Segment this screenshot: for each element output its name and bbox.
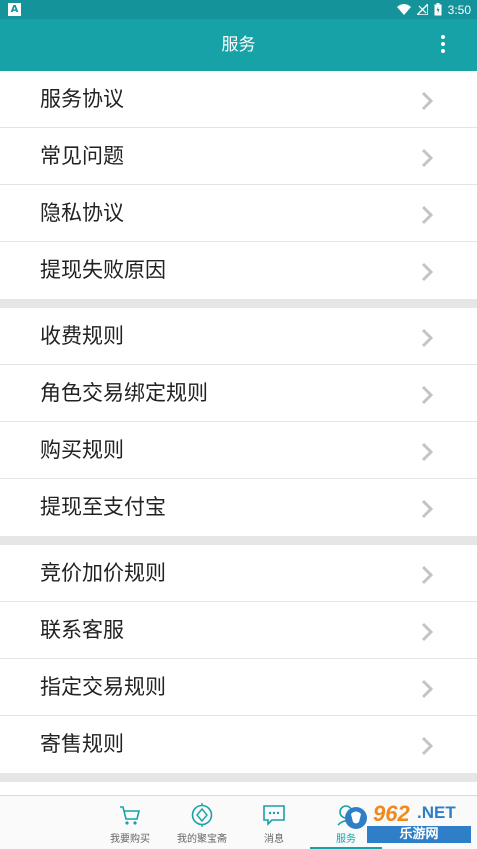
signal-icon (416, 4, 428, 15)
chevron-right-icon (421, 385, 433, 405)
more-vert-icon[interactable] (437, 33, 449, 57)
list-item[interactable]: 竞价加价规则 (0, 545, 477, 602)
list-item[interactable]: 常见问题 (0, 128, 477, 185)
watermark-number: 962 (373, 801, 410, 826)
tab-messages[interactable]: 消息 (238, 796, 310, 849)
chevron-right-icon (421, 328, 433, 348)
list-item[interactable]: 寄售规则 (0, 716, 477, 773)
list-item-label: 联系客服 (40, 618, 124, 642)
battery-icon (434, 3, 442, 16)
section-divider (0, 536, 477, 545)
list-item-label: 寄售规则 (40, 732, 124, 756)
tab-label: 我的聚宝斋 (177, 834, 227, 845)
service-group-2: 收费规则 角色交易绑定规则 购买规则 提现至支付宝 (0, 308, 477, 536)
status-icons: 3:50 (396, 1, 471, 18)
watermark-site: 乐游网 (367, 826, 471, 843)
tab-label: 消息 (264, 834, 284, 845)
chevron-right-icon (421, 565, 433, 585)
app-bar: 服务 (0, 19, 477, 71)
chevron-right-icon (421, 679, 433, 699)
message-icon (263, 805, 285, 826)
service-group-3: 竞价加价规则 联系客服 指定交易规则 寄售规则 (0, 545, 477, 773)
list-item-label: 常见问题 (40, 144, 124, 168)
chevron-right-icon (421, 148, 433, 168)
app-notification-icon: A (8, 3, 21, 16)
chevron-right-icon (421, 736, 433, 756)
list-item[interactable]: 提现失败原因 (0, 242, 477, 299)
watermark-logo-icon (345, 807, 367, 829)
list-item-label: 竞价加价规则 (40, 561, 166, 585)
list-item-label: 收费规则 (40, 324, 124, 348)
chevron-right-icon (421, 442, 433, 462)
status-bar: A 3:50 (0, 0, 477, 19)
list-item-label: 服务协议 (40, 87, 124, 111)
chevron-right-icon (421, 205, 433, 225)
list-item-label: 提现至支付宝 (40, 495, 166, 519)
section-divider (0, 299, 477, 308)
service-list: 服务协议 常见问题 隐私协议 提现失败原因 收费规则 角色交易绑定规则 购买规则… (0, 71, 477, 782)
list-item-label: 提现失败原因 (40, 258, 166, 282)
list-item-label: 指定交易规则 (40, 675, 166, 699)
list-item[interactable]: 收费规则 (0, 308, 477, 365)
chevron-right-icon (421, 262, 433, 282)
chevron-right-icon (421, 91, 433, 111)
tab-my-jubaozhai[interactable]: 我的聚宝斋 (166, 796, 238, 849)
list-item[interactable]: 角色交易绑定规则 (0, 365, 477, 422)
cart-icon (120, 806, 141, 825)
chevron-right-icon (421, 499, 433, 519)
compass-icon (191, 803, 213, 827)
chevron-right-icon (421, 622, 433, 642)
list-item[interactable]: 指定交易规则 (0, 659, 477, 716)
watermark-net: .NET (417, 803, 456, 822)
list-item[interactable]: 隐私协议 (0, 185, 477, 242)
list-item[interactable]: 服务协议 (0, 71, 477, 128)
clock: 3:50 (447, 2, 471, 17)
wifi-icon (396, 4, 411, 15)
tab-buy[interactable]: 我要购买 (94, 796, 166, 849)
site-watermark: 962 .NET 乐游网 (343, 801, 471, 845)
page-title: 服务 (221, 35, 256, 55)
list-item-label: 隐私协议 (40, 201, 124, 225)
list-item[interactable]: 联系客服 (0, 602, 477, 659)
list-item[interactable]: 购买规则 (0, 422, 477, 479)
section-divider (0, 773, 477, 782)
service-group-1: 服务协议 常见问题 隐私协议 提现失败原因 (0, 71, 477, 299)
list-item-label: 购买规则 (40, 438, 124, 462)
tab-label: 我要购买 (110, 834, 150, 845)
list-item[interactable]: 提现至支付宝 (0, 479, 477, 536)
list-item-label: 角色交易绑定规则 (40, 381, 208, 405)
